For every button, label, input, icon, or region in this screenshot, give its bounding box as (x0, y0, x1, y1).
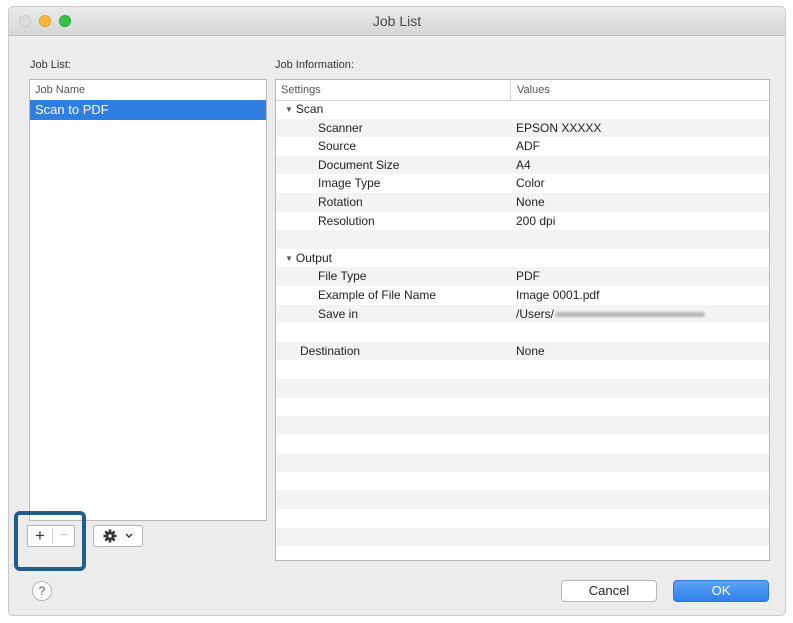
table-row[interactable]: Resolution 200 dpi (276, 212, 769, 231)
table-row[interactable]: Document Size A4 (276, 155, 769, 175)
setting-key: Document Size (318, 157, 400, 172)
table-row[interactable]: Example of File Name Image 0001.pdf (276, 286, 769, 305)
setting-key: Rotation (318, 194, 363, 209)
setting-key: Destination (300, 343, 361, 358)
gear-icon (103, 529, 133, 543)
setting-value: EPSON XXXXX (516, 120, 602, 135)
job-information-table[interactable]: Settings Values ▼ Scan Scanner EPSON XXXXX… (275, 79, 770, 561)
setting-key: Scanner (318, 120, 363, 135)
setting-key: Save in (318, 306, 359, 321)
setting-key: Image Type (318, 176, 381, 191)
cancel-button[interactable]: Cancel (561, 580, 657, 602)
group-row-scan[interactable]: ▼ Scan (276, 100, 769, 119)
job-info-rows: ▼ Scan Scanner EPSON XXXXX Source ADF Docum… (276, 100, 769, 565)
settings-column-header[interactable]: Settings (281, 84, 321, 96)
empty-row (276, 546, 769, 565)
job-row-scan-to-pdf[interactable]: Scan to PDF (30, 100, 266, 120)
setting-value: Image 0001.pdf (516, 287, 600, 302)
empty-row (276, 435, 769, 454)
empty-row (276, 490, 769, 510)
setting-value: None (516, 194, 545, 209)
empty-row (276, 416, 769, 435)
job-list-panel[interactable]: Job Name Scan to PDF (29, 79, 267, 521)
window-title: Job List (372, 13, 422, 29)
title-bar: Job List (9, 7, 785, 36)
setting-value: Color (516, 176, 545, 191)
save-path-text: /Users/ (516, 306, 555, 321)
job-info-table-header: Settings Values (276, 80, 769, 101)
disclosure-triangle-icon[interactable]: ▼ (285, 254, 293, 263)
job-list-label: Job List: (30, 59, 71, 71)
job-settings-menu-button[interactable] (93, 525, 143, 547)
chevron-down-icon (125, 533, 133, 538)
setting-value: PDF (516, 269, 540, 284)
empty-row (276, 378, 769, 398)
table-row[interactable]: Rotation None (276, 192, 769, 212)
table-row[interactable]: Image Type Color (276, 174, 769, 193)
job-list-window: Job List Job List: Job Information: Job … (8, 6, 786, 616)
spacer-row (276, 230, 769, 249)
job-name-column-header[interactable]: Job Name (30, 80, 266, 101)
empty-row (276, 509, 769, 528)
setting-key: File Type (318, 269, 367, 284)
column-divider (510, 80, 511, 100)
table-row[interactable]: Destination None (276, 341, 769, 361)
setting-value: 200 dpi (516, 213, 556, 228)
add-button-highlight (14, 511, 86, 571)
empty-row (276, 453, 769, 472)
setting-value: /Users/ (516, 306, 706, 321)
setting-key: Example of File Name (318, 287, 437, 302)
setting-value: ADF (516, 139, 540, 154)
group-row-output[interactable]: ▼ Output (276, 249, 769, 268)
table-row[interactable]: File Type PDF (276, 267, 769, 286)
setting-value: A4 (516, 157, 531, 172)
help-button[interactable]: ? (32, 581, 52, 601)
setting-key: Source (318, 139, 357, 154)
values-column-header[interactable]: Values (517, 84, 550, 96)
empty-row (276, 472, 769, 491)
group-title-output: Output (295, 250, 332, 265)
table-row[interactable]: Source ADF (276, 137, 769, 156)
job-information-label: Job Information: (275, 59, 354, 71)
redacted-path (555, 311, 706, 317)
group-title-scan: Scan (295, 102, 324, 116)
spacer-row (276, 323, 769, 342)
empty-row (276, 360, 769, 379)
setting-value: None (516, 343, 545, 358)
table-row[interactable]: Scanner EPSON XXXXX (276, 118, 769, 138)
empty-row (276, 527, 769, 547)
table-row[interactable]: Save in/Users/ (276, 304, 769, 324)
job-name-header-label: Job Name (35, 84, 86, 96)
disclosure-triangle-icon[interactable]: ▼ (285, 105, 293, 114)
ok-button[interactable]: OK (673, 580, 769, 602)
setting-key: Resolution (318, 213, 375, 228)
empty-row (276, 398, 769, 417)
job-row-label: Scan to PDF (35, 102, 109, 117)
